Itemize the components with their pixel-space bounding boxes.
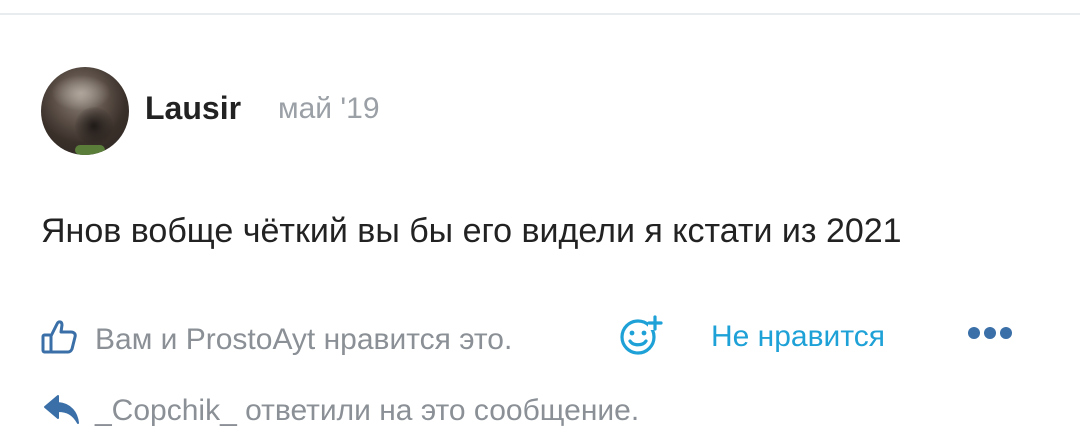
- dislike-button[interactable]: Не нравится: [711, 317, 885, 357]
- reply-arrow-icon: [44, 395, 79, 424]
- more-dots-icon[interactable]: [967, 326, 1013, 340]
- post-message: Янов вобще чёткий вы бы его видели я кст…: [41, 212, 902, 250]
- thumbs-up-icon: [41, 320, 77, 354]
- author-name[interactable]: Lausir: [145, 88, 241, 128]
- avatar[interactable]: [41, 67, 129, 155]
- post-date[interactable]: май '19: [278, 89, 380, 129]
- likes-summary[interactable]: Вам и ProstoAyt нравится это.: [95, 320, 512, 360]
- forum-post: Lausir май '19 Янов вобще чёткий вы бы е…: [0, 0, 1080, 446]
- replies-summary[interactable]: _Copchik_ ответили на это сообщение.: [95, 391, 639, 431]
- add-reaction-icon[interactable]: [618, 312, 664, 358]
